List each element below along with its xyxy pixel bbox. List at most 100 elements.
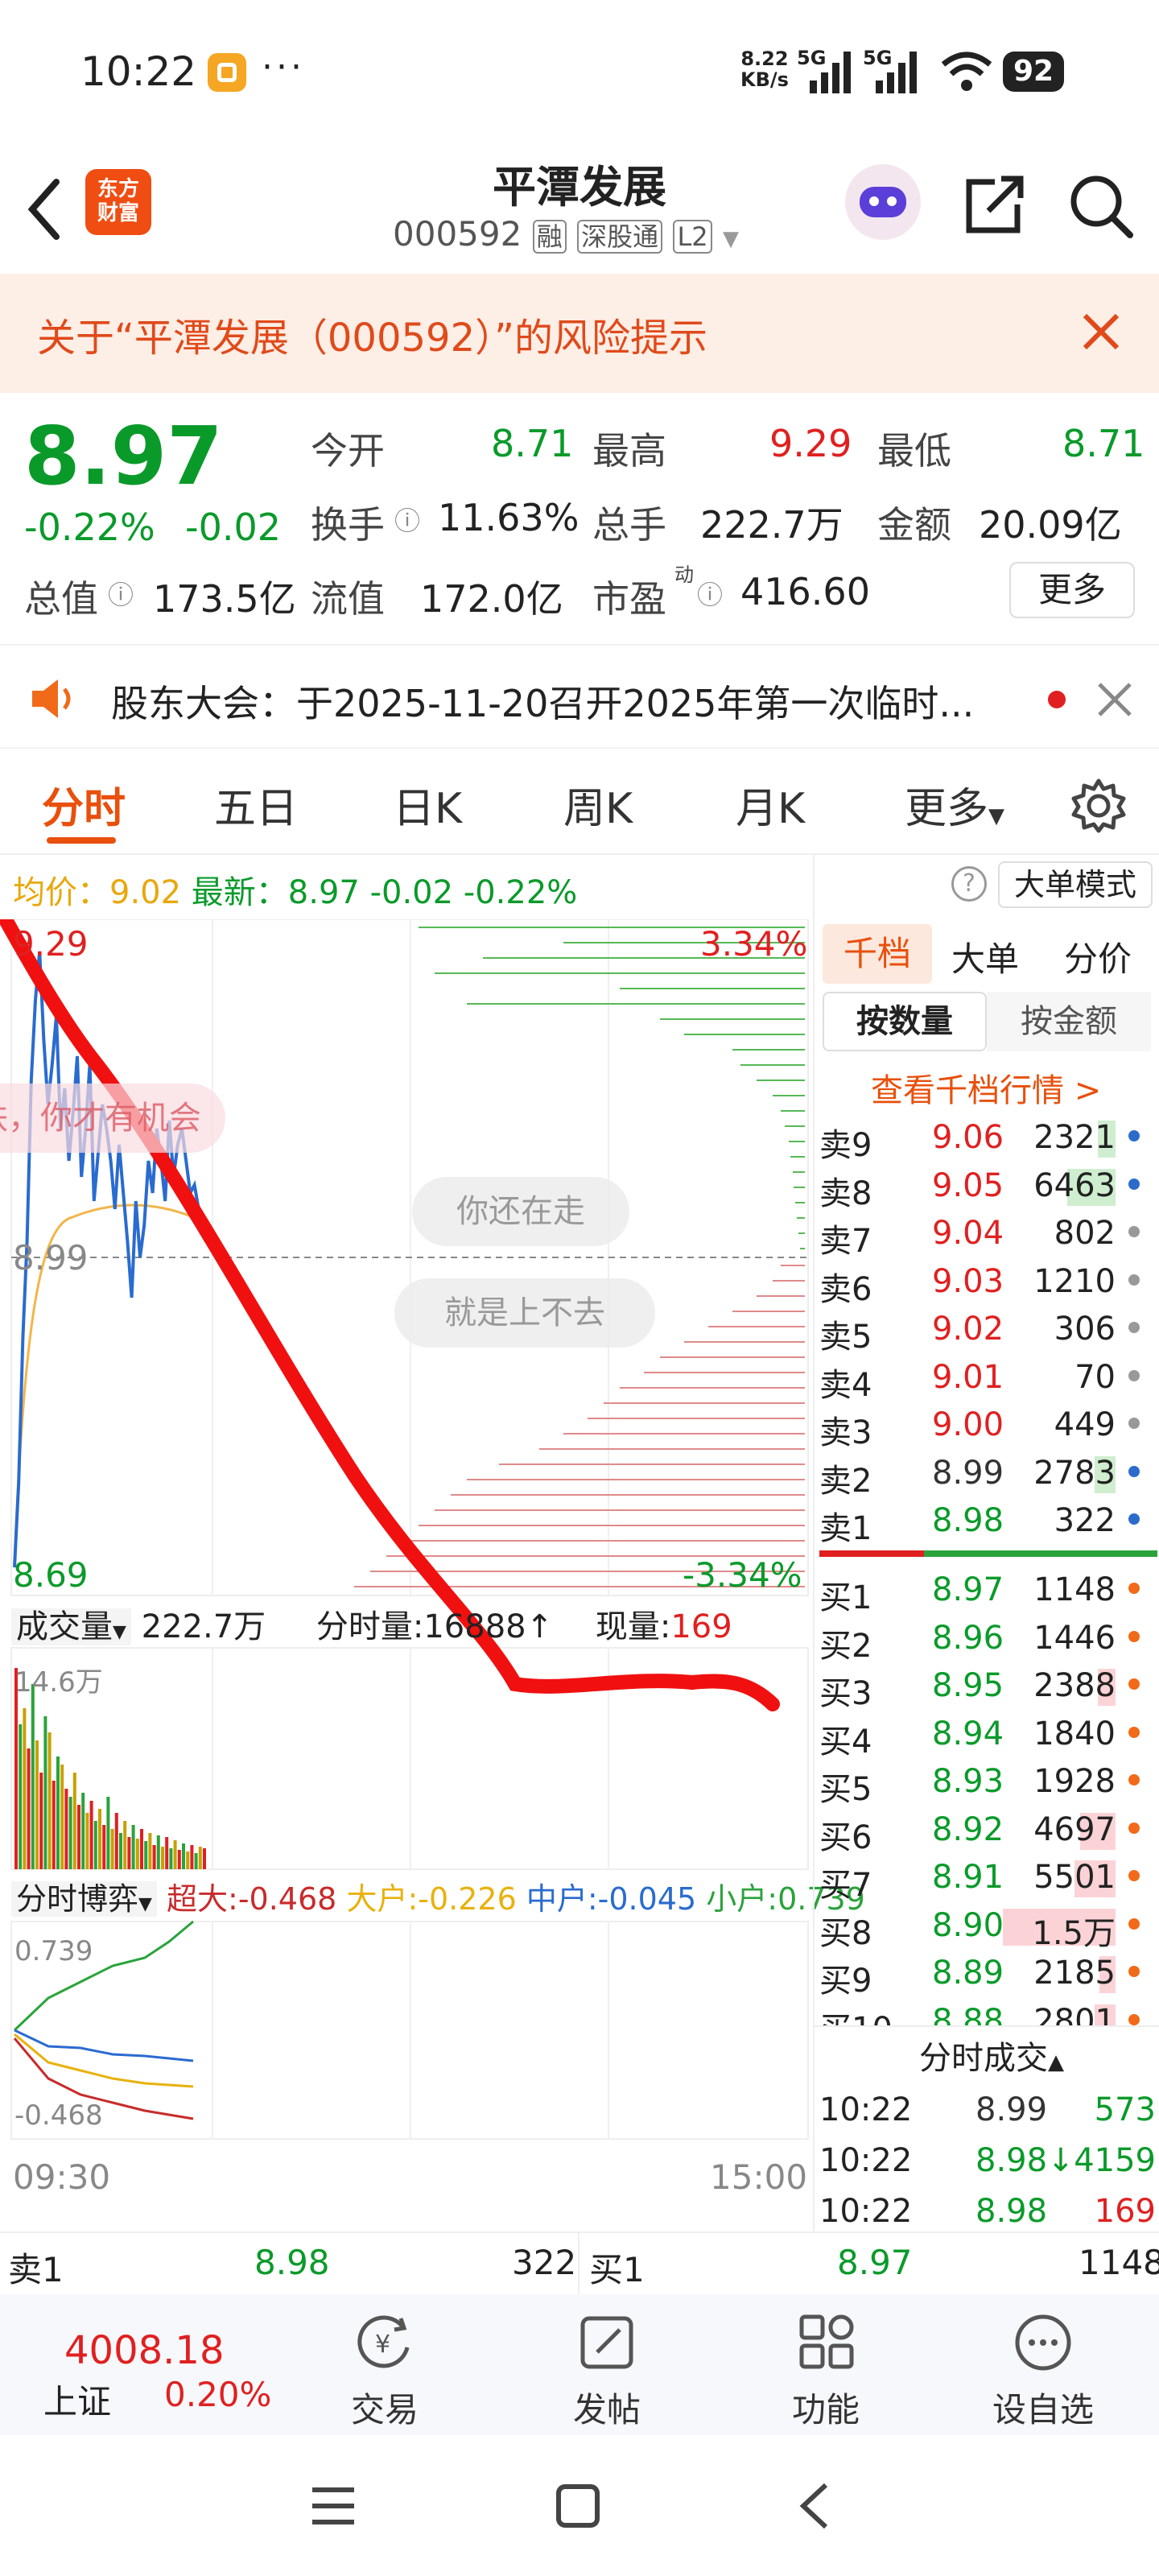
buy-level-row[interactable]: 买6 8.92 4697: [815, 1806, 1159, 1856]
volume-bar: [19, 1724, 23, 1869]
robot-assistant-icon[interactable]: [845, 164, 921, 240]
bout-selector[interactable]: 分时博弈▼: [11, 1881, 157, 1917]
buy-level-row[interactable]: 买5 8.93 1928: [815, 1758, 1159, 1808]
buy-level-row[interactable]: 买7 8.91 5501: [815, 1854, 1159, 1904]
buy-level-row[interactable]: 买3 8.95 2388: [815, 1662, 1159, 1712]
more-circle-icon: [1015, 2314, 1071, 2371]
buy-level-row[interactable]: 买4 8.94 1840: [815, 1711, 1159, 1761]
trade-button[interactable]: ¥ 交易: [304, 2294, 465, 2435]
buy-level-label: 买3: [819, 1675, 872, 1712]
volume-bar: [31, 1684, 35, 1869]
stock-code-row[interactable]: 000592 融 深股通 L2 ▼: [393, 214, 739, 262]
volume-bar: [198, 1847, 202, 1869]
dropdown-icon: ▼: [723, 227, 739, 251]
volume-bar: [43, 1716, 47, 1869]
signal-2-icon: [876, 52, 917, 93]
buy-level-price: 8.92: [932, 1810, 1004, 1848]
shareholder-notice[interactable]: 股东大会：于2025-11-20召开2025年第一次临时...: [0, 644, 1159, 749]
buy-level-label: 买8: [819, 1914, 872, 1952]
order-flag-dot: [1128, 1966, 1140, 1977]
stock-code: 000592: [393, 214, 522, 254]
tab-five-day[interactable]: 五日: [214, 774, 298, 835]
pe-label: 市盈: [592, 577, 666, 621]
tab-weekly-k[interactable]: 周K: [563, 774, 633, 835]
settings-gear-icon[interactable]: [1070, 778, 1127, 834]
info-icon[interactable]: ⓘ: [697, 575, 723, 612]
pe-sup: 动: [674, 564, 694, 586]
volume-bar: [52, 1781, 56, 1869]
period-tabs: 分时 五日 日K 周K 月K 更多▼: [0, 750, 1159, 855]
bout-axis-max: 0.739: [14, 1935, 93, 1967]
index-ticker[interactable]: 4008.18 上证 0.20%: [0, 2294, 306, 2435]
order-flag-dot: [1128, 2013, 1140, 2025]
close-icon[interactable]: [1079, 309, 1124, 354]
pct-high-label: 3.34%: [700, 924, 808, 964]
ask1-label: 卖1: [8, 2250, 64, 2289]
high-label: 最高: [592, 429, 666, 473]
share-icon[interactable]: [963, 172, 1027, 237]
volume-bar: [77, 1805, 80, 1869]
volume-bar: [68, 1797, 72, 1869]
tab-intraday[interactable]: 分时: [42, 774, 126, 835]
volume-bar: [135, 1839, 139, 1869]
order-flag-dot: [1128, 1774, 1140, 1785]
bid1-qty: 1148: [1079, 2243, 1159, 2282]
danmu-bubble: 就是上不去: [394, 1278, 655, 1348]
svg-text:¥: ¥: [375, 2330, 390, 2359]
stock-name[interactable]: 平潭发展: [419, 151, 740, 215]
bottom-toolbar: 4008.18 上证 0.20% ¥ 交易 发帖 功能 设自选: [0, 2294, 1159, 2435]
buy-level-row[interactable]: 买8 8.90 1.5万: [815, 1902, 1159, 1952]
buy-level-row[interactable]: 买2 8.96 1446: [815, 1615, 1159, 1665]
unread-dot: [1048, 691, 1066, 708]
functions-button[interactable]: 功能: [745, 2294, 906, 2435]
risk-warning-banner[interactable]: 关于“平潭发展（000592）”的风险提示: [0, 274, 1159, 393]
buy-level-qty: 4697: [1033, 1810, 1116, 1848]
home-icon[interactable]: [554, 2482, 602, 2530]
volume-selector[interactable]: 成交量▼: [11, 1608, 131, 1645]
danmu-bubble: 跌，你才有机会: [0, 1084, 225, 1153]
search-icon[interactable]: [1067, 172, 1135, 240]
order-flag-dot: [1128, 1630, 1140, 1642]
buy-level-row[interactable]: 买1 8.97 1148: [815, 1567, 1159, 1616]
tab-monthly-k[interactable]: 月K: [736, 774, 805, 835]
time-start-label: 09:30: [13, 2157, 111, 2197]
back-icon[interactable]: [24, 177, 64, 242]
stock-header: 东方 财富 平潭发展 000592 融 深股通 L2 ▼: [0, 145, 1159, 274]
tab-indicator: [47, 837, 116, 844]
system-back-icon[interactable]: [797, 2480, 832, 2532]
add-watchlist-button[interactable]: 设自选: [963, 2294, 1124, 2435]
pe-value: 416.60: [740, 570, 870, 613]
volume-bar: [89, 1801, 93, 1869]
buy-level-price: 8.93: [932, 1763, 1004, 1800]
buy-level-row[interactable]: 买9 8.89 2185: [815, 1950, 1159, 2000]
info-icon[interactable]: ⓘ: [108, 575, 134, 612]
info-icon[interactable]: ⓘ: [394, 501, 420, 538]
menu-icon[interactable]: [309, 2483, 357, 2529]
bout-axis-min: -0.468: [14, 2099, 103, 2132]
high-value: 9.29: [769, 422, 852, 465]
tab-daily-k[interactable]: 日K: [393, 774, 462, 835]
volume-bar: [186, 1852, 190, 1869]
buy-level-qty: 1446: [1033, 1619, 1116, 1657]
volume-bar: [161, 1847, 164, 1869]
volume-bar: [64, 1789, 68, 1869]
buy-level-row[interactable]: 买10 8.88 2801: [815, 1998, 1159, 2025]
volume-bar: [27, 1748, 31, 1869]
buy-level-label: 买9: [819, 1963, 872, 2000]
mktcap-value: 173.5亿: [153, 577, 296, 621]
post-button[interactable]: 发帖: [526, 2294, 687, 2435]
buy-level-label: 买5: [819, 1771, 872, 1808]
ticks-title[interactable]: 分时成交▲: [919, 2032, 1064, 2079]
order-flag-dot: [1128, 1822, 1140, 1834]
volume-bar: [194, 1853, 198, 1869]
tab-more[interactable]: 更多▼: [905, 774, 1004, 835]
eastmoney-logo[interactable]: 东方 财富: [85, 169, 151, 235]
volume-bar: [169, 1848, 173, 1869]
turnover-value: 11.63%: [438, 496, 580, 539]
close-icon[interactable]: [1095, 679, 1135, 720]
bid1-price: 8.97: [837, 2243, 913, 2282]
buy-level-label: 买6: [819, 1818, 872, 1856]
volume-bar: [110, 1829, 114, 1869]
more-button[interactable]: 更多: [1009, 562, 1135, 618]
volume-bar: [127, 1837, 131, 1869]
